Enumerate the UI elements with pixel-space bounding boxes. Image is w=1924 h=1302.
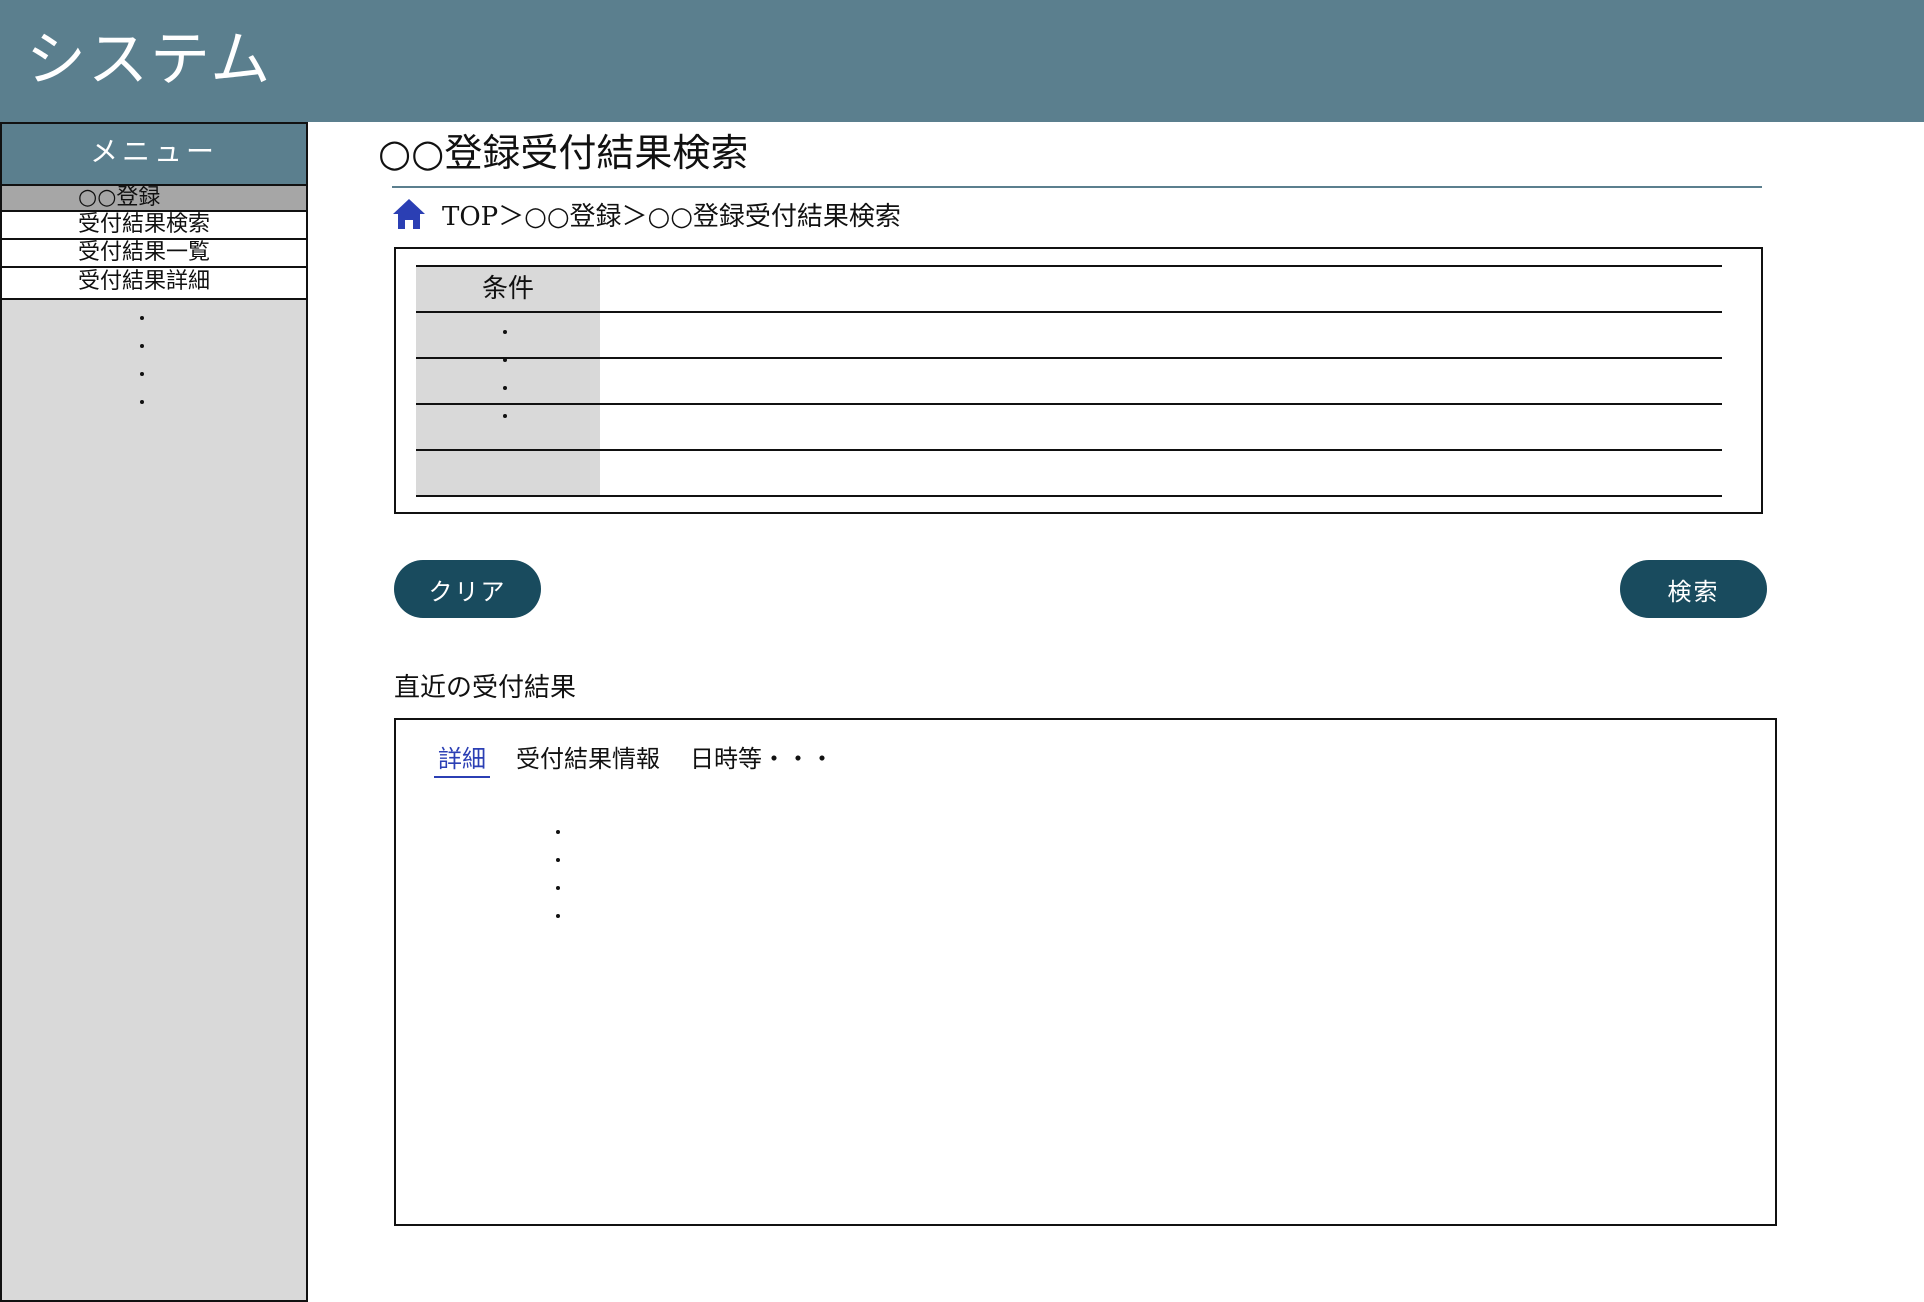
sidebar: メニュー ○○登録 受付結果検索 受付結果一覧 受付結果詳細	[0, 122, 308, 1302]
condition-ellipsis	[503, 330, 509, 442]
sidebar-item-result-search[interactable]: 受付結果検索	[2, 212, 306, 240]
sidebar-group-registration[interactable]: ○○登録	[2, 186, 306, 212]
condition-header-label: 条件	[481, 274, 534, 304]
sidebar-ellipsis	[140, 316, 150, 428]
search-button[interactable]: 検索	[1620, 560, 1767, 618]
app-header: システム	[0, 0, 1924, 122]
results-ellipsis	[556, 830, 562, 942]
condition-row[interactable]	[416, 403, 1722, 449]
title-divider	[392, 186, 1762, 188]
condition-row[interactable]	[416, 357, 1722, 403]
tab-datetime[interactable]: 日時等・・・	[686, 742, 838, 778]
menu-title: メニュー	[2, 124, 306, 186]
page-title: ○○登録受付結果検索	[378, 131, 749, 175]
condition-bottom-line	[416, 495, 1722, 497]
search-conditions-panel: 条件	[394, 247, 1763, 514]
condition-row[interactable]	[416, 449, 1722, 495]
sidebar-item-result-list[interactable]: 受付結果一覧	[2, 240, 306, 268]
breadcrumb: TOP＞○○登録＞○○登録受付結果検索	[392, 196, 901, 232]
tab-result-info[interactable]: 受付結果情報	[512, 742, 664, 778]
condition-row[interactable]	[416, 311, 1722, 357]
home-icon[interactable]	[392, 198, 426, 230]
clear-button[interactable]: クリア	[394, 560, 541, 618]
condition-row: 条件	[416, 265, 1722, 311]
recent-results-panel: 詳細 受付結果情報 日時等・・・	[394, 718, 1777, 1226]
app-title: システム	[26, 25, 273, 95]
sidebar-item-result-detail[interactable]: 受付結果詳細	[2, 268, 306, 300]
breadcrumb-path[interactable]: TOP＞○○登録＞○○登録受付結果検索	[442, 196, 901, 233]
recent-results-title: 直近の受付結果	[394, 673, 577, 703]
results-tabs: 詳細 受付結果情報 日時等・・・	[434, 742, 860, 778]
tab-detail[interactable]: 詳細	[434, 742, 490, 778]
